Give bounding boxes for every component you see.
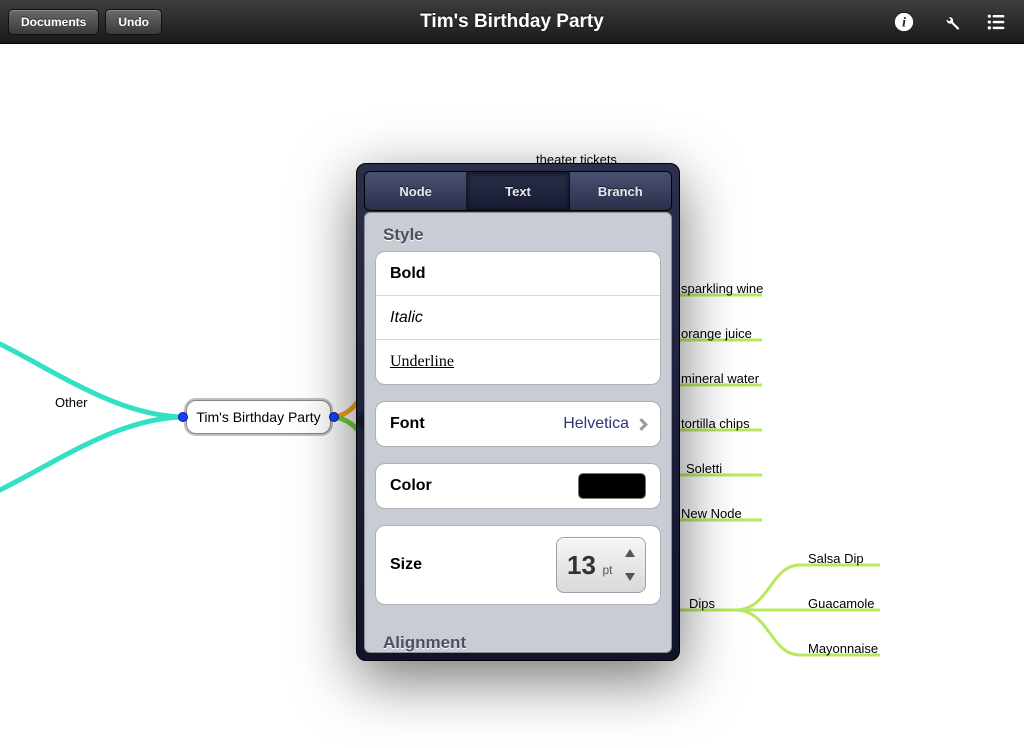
toolbar: Documents Undo Tim's Birthday Party i [0, 0, 1024, 44]
documents-button[interactable]: Documents [8, 9, 99, 35]
popover-body: Style Bold Italic Underline Font [364, 212, 672, 653]
style-bold-label: Bold [390, 265, 426, 283]
size-cell: Size 13 pt [376, 526, 660, 604]
mindmap-node[interactable]: orange juice [681, 326, 752, 341]
style-underline-label: Underline [390, 353, 454, 371]
color-swatch [578, 473, 646, 499]
color-group: Color [375, 463, 661, 509]
mindmap-node-other[interactable]: Other [55, 395, 88, 410]
style-italic-cell[interactable]: Italic [376, 296, 660, 340]
size-step-up[interactable] [621, 541, 639, 565]
tab-node[interactable]: Node [365, 172, 467, 210]
font-label: Font [390, 415, 425, 433]
triangle-up-icon [625, 549, 635, 557]
info-icon[interactable]: i [892, 10, 916, 34]
mindmap-node[interactable]: New Node [681, 506, 742, 521]
size-value: 13 [567, 550, 596, 581]
mindmap-node[interactable]: mineral water [681, 371, 759, 386]
mindmap-node[interactable]: Guacamole [808, 596, 874, 611]
alignment-section-header: Alignment [375, 621, 661, 652]
size-stepper: 13 pt [556, 537, 646, 593]
font-group: Font Helvetica [375, 401, 661, 447]
tab-text[interactable]: Text [467, 172, 569, 210]
mindmap-node[interactable]: Salsa Dip [808, 551, 864, 566]
size-label: Size [390, 556, 422, 574]
style-section-header: Style [375, 213, 661, 251]
mindmap-node-dips[interactable]: Dips [689, 596, 715, 611]
text-style-popover: Node Text Branch Style Bold Italic Under… [356, 163, 680, 661]
color-cell[interactable]: Color [376, 464, 660, 508]
style-italic-label: Italic [390, 309, 423, 327]
tab-branch[interactable]: Branch [570, 172, 671, 210]
root-handle-right[interactable] [329, 412, 339, 422]
style-bold-cell[interactable]: Bold [376, 252, 660, 296]
mindmap-canvas[interactable]: Other theater tickets sparkling wine ora… [0, 44, 1024, 748]
size-group: Size 13 pt [375, 525, 661, 605]
mindmap-root-label: Tim's Birthday Party [196, 409, 320, 425]
mindmap-node[interactable]: tortilla chips [681, 416, 750, 431]
mindmap-node[interactable]: sparkling wine [681, 281, 763, 296]
size-step-down[interactable] [621, 565, 639, 589]
mindmap-node[interactable]: Mayonnaise [808, 641, 878, 656]
font-cell[interactable]: Font Helvetica [376, 402, 660, 446]
popover-tabs: Node Text Branch [364, 171, 672, 211]
size-unit: pt [602, 563, 612, 577]
undo-button[interactable]: Undo [105, 9, 162, 35]
mindmap-node[interactable]: Soletti [686, 461, 722, 476]
mindmap-root-node[interactable]: Tim's Birthday Party [186, 400, 331, 434]
style-options-group: Bold Italic Underline [375, 251, 661, 385]
chevron-right-icon [635, 418, 648, 431]
triangle-down-icon [625, 573, 635, 581]
color-label: Color [390, 477, 432, 495]
font-value: Helvetica [563, 415, 629, 433]
root-handle-left[interactable] [178, 412, 188, 422]
svg-text:i: i [902, 14, 906, 29]
list-icon[interactable] [984, 10, 1008, 34]
style-underline-cell[interactable]: Underline [376, 340, 660, 384]
wrench-icon[interactable] [938, 10, 962, 34]
